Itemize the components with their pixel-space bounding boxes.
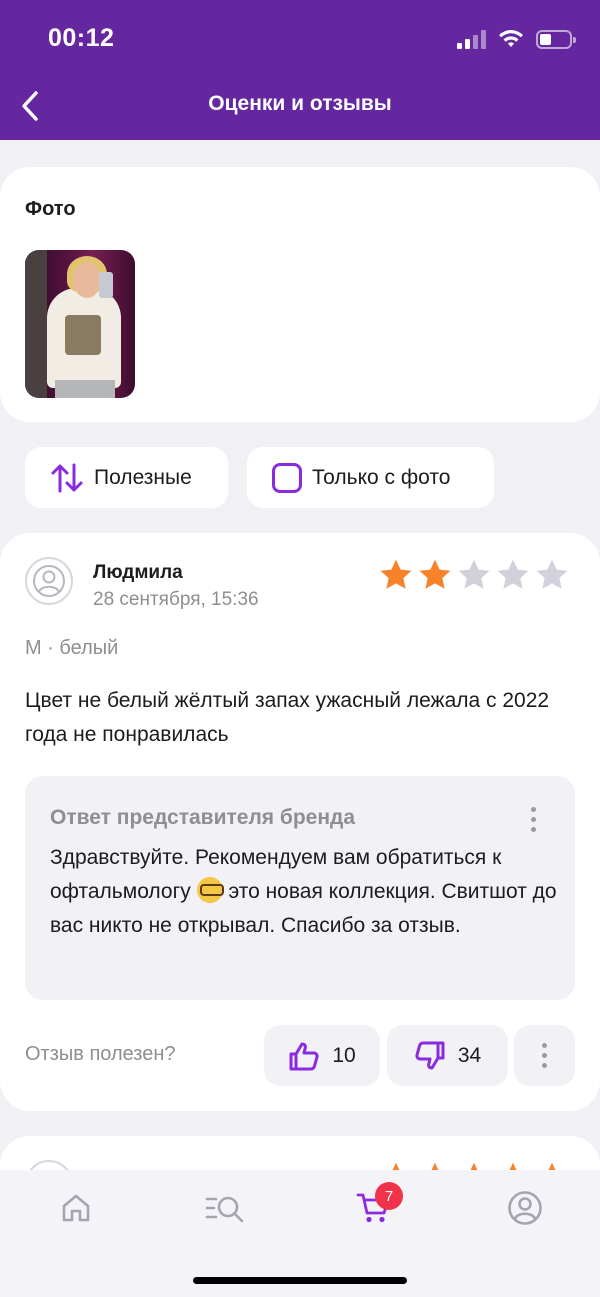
- dislike-count: 34: [457, 1043, 482, 1067]
- sort-label: Полезные: [94, 465, 192, 489]
- reply-more-button[interactable]: [522, 802, 544, 836]
- home-indicator: [193, 1277, 407, 1284]
- nav-home[interactable]: [56, 1188, 96, 1228]
- status-icons: [457, 26, 576, 52]
- like-button[interactable]: 10: [264, 1025, 380, 1086]
- photo-only-label: Только с фото: [312, 465, 451, 489]
- nav-profile[interactable]: [505, 1188, 545, 1228]
- profile-icon: [508, 1191, 542, 1225]
- review-author: Людмила: [93, 562, 183, 583]
- star-filled-icon: [380, 559, 412, 589]
- sort-useful-button[interactable]: Полезные: [25, 447, 228, 508]
- star-empty-icon: [536, 559, 568, 589]
- like-count: 10: [332, 1043, 356, 1067]
- review-more-button[interactable]: [514, 1025, 575, 1086]
- user-icon: [33, 565, 65, 597]
- cart-badge: 7: [375, 1182, 403, 1210]
- page-title: Оценки и отзывы: [208, 92, 392, 115]
- app-header: 00:12 Оценки и отзывы: [0, 0, 600, 140]
- wifi-icon: [499, 30, 523, 47]
- product-variant: M · белый: [25, 637, 119, 659]
- home-icon: [62, 1194, 90, 1222]
- dislike-button[interactable]: 34: [387, 1025, 508, 1086]
- status-time: 00:12: [48, 24, 115, 52]
- star-empty-icon: [497, 559, 529, 589]
- photos-title: Фото: [25, 198, 76, 220]
- thumbs-up-icon: [289, 1042, 319, 1070]
- sort-arrows-icon: [51, 463, 83, 492]
- photo-only-checkbox[interactable]: [272, 462, 302, 493]
- review-date: 28 сентября, 15:36: [93, 589, 259, 610]
- review-text: Цвет не белый жёлтый запах ужасный лежал…: [25, 689, 550, 746]
- avatar: [25, 557, 73, 605]
- catalog-search-icon: [205, 1196, 244, 1223]
- photo-only-filter[interactable]: Только с фото: [247, 447, 494, 508]
- battery-icon: [536, 29, 576, 49]
- brand-reply-title: Ответ представителя бренда: [50, 806, 356, 829]
- nerd-face-emoji-icon: [196, 877, 224, 903]
- star-filled-icon: [419, 559, 451, 589]
- nav-catalog[interactable]: [205, 1188, 245, 1228]
- rating-stars: [378, 557, 570, 593]
- helpful-question: Отзыв полезен?: [25, 1043, 176, 1065]
- thumbs-down-icon: [415, 1041, 445, 1069]
- star-empty-icon: [458, 559, 490, 589]
- cellular-signal-icon: [457, 29, 486, 49]
- review-photo-thumbnail[interactable]: [25, 250, 135, 398]
- brand-reply-text: Здравствуйте. Рекомендуем вам обратиться…: [50, 841, 560, 943]
